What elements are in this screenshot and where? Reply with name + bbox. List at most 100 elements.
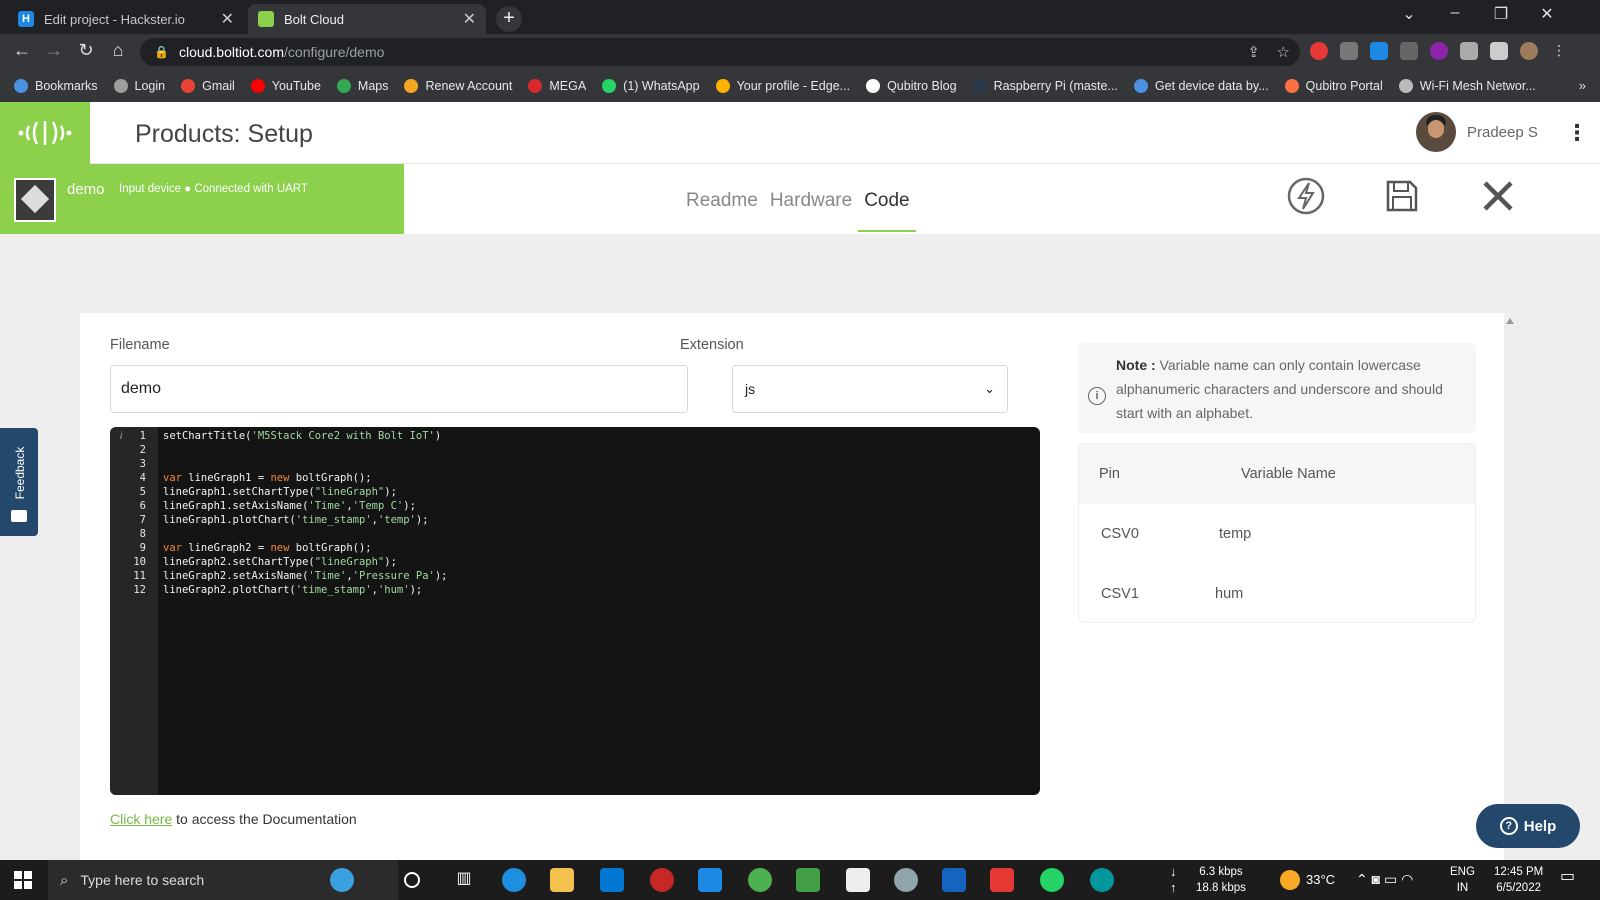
- share-star-icons[interactable]: ⇪ ☆: [1247, 43, 1290, 61]
- more-options-icon[interactable]: ⋮: [1566, 120, 1588, 146]
- bookmark-item[interactable]: YouTube: [250, 79, 321, 93]
- notifications-icon[interactable]: ▭: [1560, 869, 1575, 885]
- language-indicator[interactable]: ENG IN: [1450, 864, 1475, 896]
- new-tab-icon[interactable]: +: [496, 6, 522, 32]
- minimize-icon[interactable]: –: [1432, 4, 1478, 22]
- clock[interactable]: 12:45 PM 6/5/2022: [1494, 864, 1543, 896]
- tab-close-icon[interactable]: ✕: [221, 9, 234, 29]
- bookmark-label: MEGA: [549, 79, 587, 93]
- arduino-icon[interactable]: [1090, 868, 1114, 892]
- home-icon[interactable]: ⌂: [106, 40, 130, 61]
- back-icon[interactable]: ←: [10, 40, 34, 61]
- store-icon[interactable]: [600, 868, 624, 892]
- bolt-favicon-icon: [258, 11, 274, 27]
- bolt-logo-icon[interactable]: [0, 102, 90, 164]
- forward-icon[interactable]: →: [42, 40, 66, 61]
- code-line: 10 lineGraph2.setChartType("lineGraph");: [110, 555, 1040, 569]
- bookmark-label: Renew Account: [425, 79, 513, 93]
- app-icon[interactable]: [894, 868, 918, 892]
- tab-code[interactable]: Code: [858, 164, 916, 232]
- chrome-icon[interactable]: [748, 868, 772, 892]
- browser-tab-strip: H Edit project - Hackster.io ✕ Bolt Clou…: [0, 0, 1600, 34]
- reload-icon[interactable]: ↻: [74, 40, 98, 61]
- save-icon[interactable]: [1382, 176, 1422, 216]
- puzzle-icon[interactable]: [1460, 42, 1478, 60]
- extension-icon[interactable]: [1430, 42, 1448, 60]
- profile-icon[interactable]: [1520, 42, 1538, 60]
- window-close-icon[interactable]: ✕: [1524, 4, 1570, 24]
- edge-icon[interactable]: [502, 868, 526, 892]
- code-editor[interactable]: i 1 setChartTitle('M5Stack Core2 with Bol…: [110, 427, 1040, 795]
- bookmark-item[interactable]: Get device data by...: [1133, 79, 1269, 93]
- close-icon[interactable]: [1478, 176, 1518, 216]
- whatsapp-icon[interactable]: [1040, 868, 1064, 892]
- bookmark-item[interactable]: Wi-Fi Mesh Networ...: [1398, 79, 1536, 93]
- bookmark-item[interactable]: Maps: [336, 79, 388, 93]
- url-bar[interactable]: 🔒 cloud.boltiot.com/configure/demo ⇪ ☆: [140, 38, 1300, 66]
- note-text: Note : Variable name can only contain lo…: [1116, 353, 1468, 425]
- device-image: [14, 178, 56, 222]
- weather-temp[interactable]: 33°C: [1306, 872, 1335, 888]
- bookmark-icon: [602, 79, 617, 93]
- feedback-label: Feedback: [13, 446, 27, 500]
- extension-icon[interactable]: [1310, 42, 1328, 60]
- app-icon[interactable]: [990, 868, 1014, 892]
- bookmark-item[interactable]: Login: [113, 79, 165, 93]
- bookmarks-overflow-icon[interactable]: »: [1579, 78, 1586, 93]
- extension-icon[interactable]: [1400, 42, 1418, 60]
- task-view-icon[interactable]: ▥: [452, 868, 476, 892]
- bookmark-label: Qubitro Blog: [887, 79, 957, 93]
- feedback-tab[interactable]: Feedback: [0, 428, 38, 536]
- bookmark-item[interactable]: Renew Account: [404, 79, 512, 93]
- deploy-bolt-icon[interactable]: [1286, 176, 1326, 216]
- app-icon[interactable]: [650, 868, 674, 892]
- system-tray-icons[interactable]: ⌃ ◙ ▭ ◠: [1356, 871, 1413, 887]
- weather-icon[interactable]: [1280, 870, 1300, 890]
- app-icon[interactable]: [846, 868, 870, 892]
- url-path: /configure/demo: [284, 44, 385, 60]
- bookmark-item[interactable]: Qubitro Portal: [1284, 79, 1383, 93]
- documentation-link[interactable]: Click here: [110, 811, 172, 827]
- avatar[interactable]: [1416, 112, 1456, 152]
- tab-hardware[interactable]: Hardware: [764, 164, 858, 234]
- code-text: lineGraph1.setChartType("lineGraph");: [163, 486, 397, 498]
- filename-input[interactable]: demo: [110, 365, 688, 413]
- bookmark-item[interactable]: Qubitro Blog: [866, 79, 957, 93]
- bookmark-item[interactable]: Your profile - Edge...: [715, 79, 850, 93]
- extension-select[interactable]: js ⌄: [732, 365, 1008, 413]
- tab-title: Bolt Cloud: [284, 11, 344, 27]
- code-text: lineGraph2.plotChart('time_stamp','hum')…: [163, 584, 423, 596]
- app-icon[interactable]: [942, 868, 966, 892]
- file-explorer-icon[interactable]: [550, 868, 574, 892]
- windows-start-icon[interactable]: [14, 871, 32, 889]
- row-variable-input[interactable]: temp: [1219, 526, 1251, 542]
- bookmark-item[interactable]: (1) WhatsApp: [602, 79, 700, 93]
- cortana-icon[interactable]: [404, 872, 420, 888]
- extension-icon[interactable]: [1370, 42, 1388, 60]
- help-button[interactable]: ? Help: [1476, 804, 1580, 848]
- bookmark-item[interactable]: Bookmarks: [14, 79, 98, 93]
- app-icon[interactable]: [796, 868, 820, 892]
- extension-icon[interactable]: [1340, 42, 1358, 60]
- tab-readme[interactable]: Readme: [680, 164, 764, 234]
- sidepanel-icon[interactable]: [1490, 42, 1508, 60]
- row-variable-input[interactable]: hum: [1215, 586, 1243, 602]
- scrollbar-up-arrow[interactable]: [1506, 318, 1514, 324]
- bookmark-label: Raspberry Pi (maste...: [993, 79, 1118, 93]
- note-bold: Note :: [1116, 357, 1156, 373]
- browser-tab-hackster[interactable]: H Edit project - Hackster.io ✕: [8, 4, 244, 34]
- bookmark-icon: [181, 79, 196, 93]
- bookmark-item[interactable]: Raspberry Pi (maste...: [972, 79, 1118, 93]
- browser-menu-icon[interactable]: ⋮: [1550, 42, 1568, 60]
- vscode-icon[interactable]: [698, 868, 722, 892]
- widgets-icon[interactable]: [330, 868, 354, 892]
- restore-icon[interactable]: ❐: [1478, 4, 1524, 24]
- bookmark-label: (1) WhatsApp: [623, 79, 700, 93]
- browser-tab-bolt-cloud[interactable]: Bolt Cloud ✕: [248, 4, 486, 34]
- tab-search-chevron-icon[interactable]: ⌄: [1386, 4, 1432, 24]
- bookmark-item[interactable]: MEGA: [528, 79, 586, 93]
- tab-close-icon[interactable]: ✕: [463, 9, 476, 29]
- code-text: var lineGraph1 = new boltGraph();: [163, 472, 372, 484]
- user-name[interactable]: Pradeep S: [1467, 124, 1538, 141]
- bookmark-item[interactable]: Gmail: [181, 79, 235, 93]
